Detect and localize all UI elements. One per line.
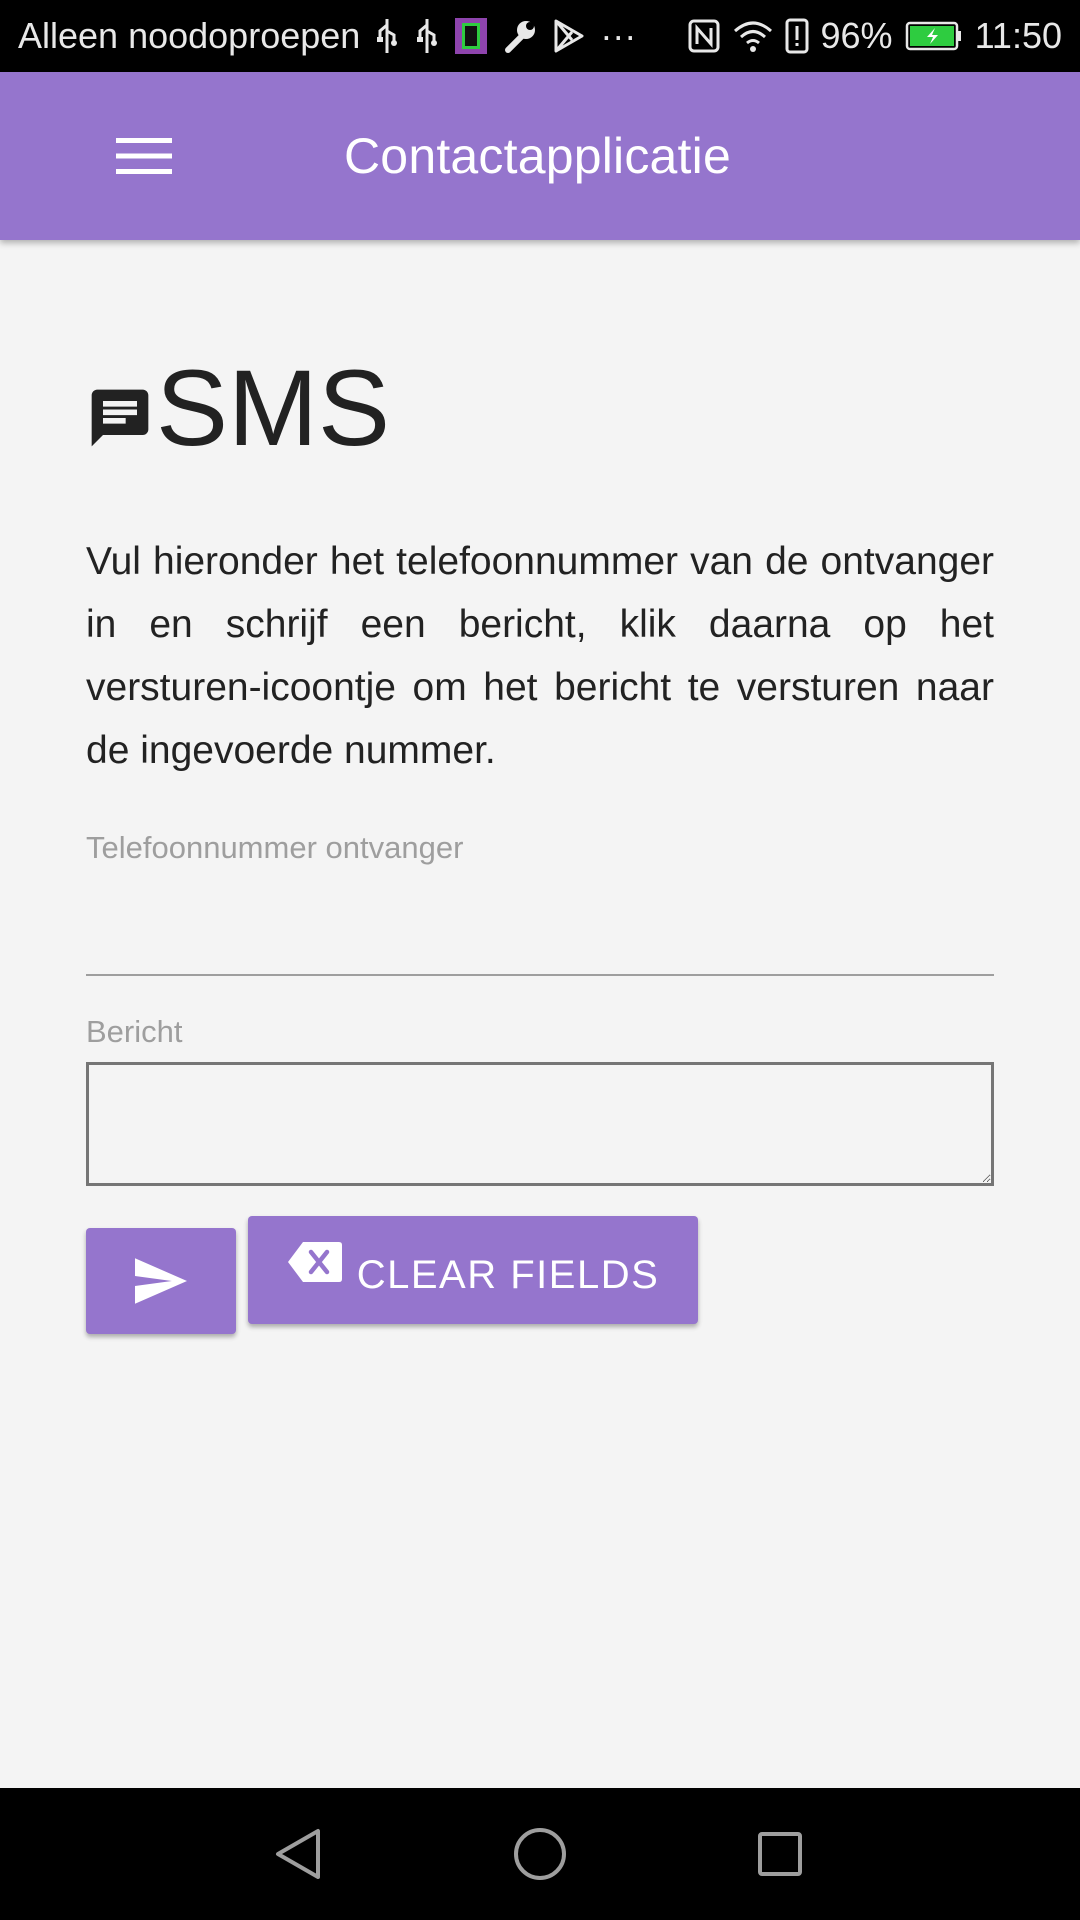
clear-fields-button[interactable]: CLEAR FIELDS: [248, 1216, 698, 1324]
back-button[interactable]: [248, 1804, 348, 1904]
sms-form-page: SMS Vul hieronder het telefoonnummer van…: [86, 240, 994, 1336]
more-indicator: ···: [600, 15, 637, 56]
usb-icon: [414, 17, 440, 55]
button-row: CLEAR FIELDS: [86, 1216, 994, 1336]
hamburger-menu-icon: [116, 138, 172, 174]
wifi-icon: [733, 19, 773, 53]
back-triangle-icon: [276, 1829, 320, 1879]
send-icon: [135, 1258, 187, 1304]
recents-square-icon: [758, 1832, 802, 1876]
status-bar: Alleen noodoproepen ··· 96% 11:50: [0, 0, 1080, 72]
message-label: Bericht: [86, 1014, 183, 1049]
app-title: Contactapplicatie: [344, 128, 731, 184]
usb-icon: [374, 17, 400, 55]
phone-label: Telefoonnummer ontvanger: [86, 830, 464, 865]
status-left: Alleen noodoproepen ···: [18, 15, 687, 57]
battery-percent: 96%: [820, 15, 893, 56]
phone-input[interactable]: [86, 892, 994, 976]
clock: 11:50: [974, 15, 1062, 56]
send-button[interactable]: [86, 1228, 236, 1334]
navigation-bar: [0, 1788, 1080, 1920]
wrench-icon: [502, 18, 538, 54]
carrier-text: Alleen noodoproepen: [18, 15, 361, 56]
message-textarea[interactable]: [86, 1062, 994, 1186]
nfc-icon: [687, 18, 721, 54]
page-title: SMS: [156, 347, 391, 468]
backspace-icon: [287, 1242, 342, 1282]
app-bar: Contactapplicatie: [0, 72, 1080, 240]
battery-icon: [905, 21, 963, 51]
menu-button[interactable]: [100, 112, 188, 200]
alert-icon: [785, 18, 809, 54]
home-circle-icon: [514, 1828, 566, 1880]
intro-text: Vul hieronder het telefoonnummer van de …: [86, 540, 994, 772]
recents-button[interactable]: [730, 1804, 830, 1904]
clear-fields-label: CLEAR FIELDS: [356, 1252, 660, 1297]
play-store-icon: [552, 18, 586, 54]
home-button[interactable]: [490, 1804, 590, 1904]
page-heading: SMS: [86, 352, 994, 462]
sim-icon: [454, 17, 488, 55]
status-right: 96% 11:50: [687, 15, 1062, 57]
message-icon: [91, 389, 149, 447]
